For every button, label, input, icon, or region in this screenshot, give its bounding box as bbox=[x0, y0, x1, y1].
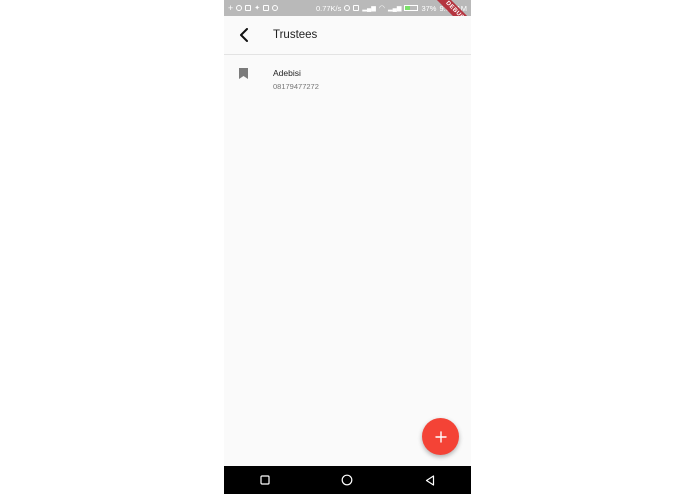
notification-icons: + ✦ bbox=[228, 2, 279, 13]
recents-icon bbox=[260, 475, 270, 485]
home-icon bbox=[342, 474, 353, 486]
recents-button[interactable] bbox=[253, 468, 277, 492]
app-bar: Trustees bbox=[224, 16, 471, 55]
shield-notification-icon bbox=[245, 5, 252, 11]
phone-screen: + ✦ 0.77K/s ▂▄▆ ◠ ▂▄▆ 37% 9:05 AM DEBUG … bbox=[224, 0, 471, 494]
back-button[interactable] bbox=[224, 16, 264, 54]
bookmark-icon bbox=[238, 68, 248, 79]
battery-percent: 37% bbox=[421, 3, 437, 13]
list-item-leading bbox=[224, 67, 262, 95]
add-trustee-button[interactable] bbox=[422, 418, 459, 455]
rotate-icon bbox=[353, 5, 360, 11]
wifi-icon: ◠ bbox=[378, 5, 385, 12]
plus-notification-icon: + bbox=[228, 2, 234, 13]
plus-icon bbox=[434, 430, 447, 443]
trustee-name: Adebisi bbox=[273, 68, 301, 78]
trustee-phone: 08179477272 bbox=[273, 82, 319, 91]
home-button[interactable] bbox=[335, 468, 359, 492]
sync-notification-icon bbox=[272, 5, 279, 11]
twitter-notification-icon: ✦ bbox=[254, 5, 261, 12]
signal-icon-2: ▂▄▆ bbox=[387, 5, 402, 12]
trustee-list: Adebisi 08179477272 bbox=[224, 55, 471, 95]
status-bar: + ✦ 0.77K/s ▂▄▆ ◠ ▂▄▆ 37% 9:05 AM DEBUG bbox=[224, 0, 471, 36]
signal-icon: ▂▄▆ bbox=[362, 5, 376, 12]
app-notification-icon bbox=[236, 5, 243, 11]
list-item[interactable]: Adebisi 08179477272 bbox=[224, 55, 471, 95]
mail-notification-icon bbox=[263, 5, 270, 11]
back-nav-button[interactable] bbox=[418, 468, 442, 492]
location-icon bbox=[344, 5, 351, 11]
list-item-text: Adebisi 08179477272 bbox=[273, 67, 319, 95]
back-triangle-icon bbox=[425, 474, 434, 486]
page-title: Trustees bbox=[273, 29, 318, 41]
system-nav-bar bbox=[224, 466, 471, 494]
network-speed: 0.77K/s bbox=[315, 3, 342, 13]
battery-icon bbox=[404, 5, 419, 11]
arrow-back-icon bbox=[240, 28, 248, 42]
